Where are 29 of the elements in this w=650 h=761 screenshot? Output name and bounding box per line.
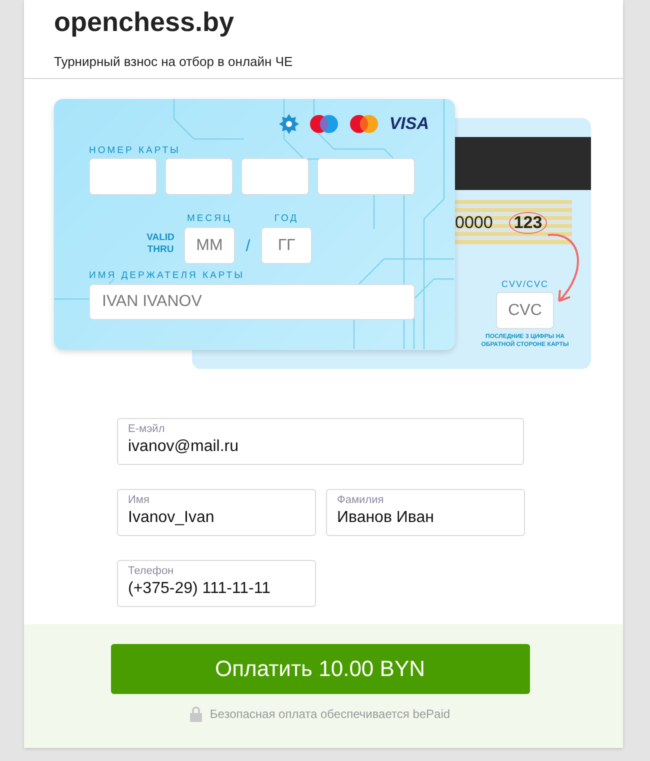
text-field[interactable]: Фамилия Иванов Иван <box>326 489 525 536</box>
payment-description: Турнирный взнос на отбор в онлайн ЧЕ <box>54 54 294 69</box>
year-field[interactable]: ГГ <box>261 227 312 264</box>
month-label: МЕСЯЦ <box>186 213 233 225</box>
valid-thru-label: VALID THRU <box>146 232 176 256</box>
star-logo-icon <box>279 114 300 134</box>
cvv-field[interactable]: CVC <box>496 292 554 329</box>
text-field[interactable]: Е-мэйл ivanov@mail.ru <box>117 418 524 465</box>
site-title: openchess.by <box>54 6 236 38</box>
card-number-field[interactable] <box>241 158 309 195</box>
cvv-sample: 123 <box>508 212 548 234</box>
cardholder-field[interactable]: IVAN IVANOV <box>89 284 415 320</box>
date-separator: / <box>244 238 252 256</box>
lock-icon <box>190 706 202 722</box>
card-number-field[interactable] <box>89 158 157 195</box>
circles-logo-icon <box>309 114 340 134</box>
cvv-label: CVV/CVC <box>501 278 548 290</box>
security-note: Безопасная оплата обеспечивается bePaid <box>210 707 450 721</box>
year-label: ГОД <box>273 213 300 225</box>
card-digits: 0000 <box>455 212 493 232</box>
visa-logo: VISA <box>389 114 429 134</box>
cardholder-label: ИМЯ ДЕРЖАТЕЛЯ КАРТЫ <box>89 270 246 282</box>
card-number-label: НОМЕР КАРТЫ <box>89 145 182 157</box>
month-field[interactable]: ММ <box>184 227 235 264</box>
text-field[interactable]: Имя Ivanov_Ivan <box>117 489 316 536</box>
card-number-field[interactable] <box>317 158 415 195</box>
text-field[interactable]: Телефон (+375-29) 111-11-11 <box>117 560 316 607</box>
circles-logo-icon <box>349 114 380 134</box>
card-number-field[interactable] <box>165 158 233 195</box>
